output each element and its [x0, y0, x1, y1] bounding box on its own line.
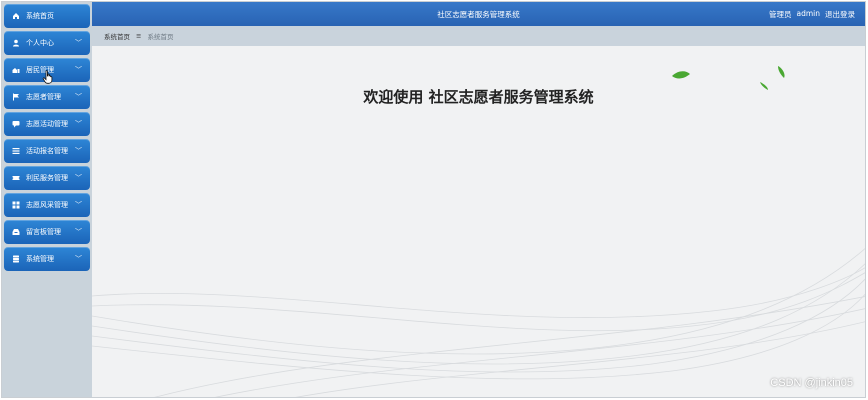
- list-icon: [12, 147, 20, 155]
- inbox-icon: [12, 228, 20, 236]
- sidebar-item-label: 志愿活动管理: [26, 120, 68, 128]
- sidebar-item-label: 志愿者管理: [26, 93, 61, 101]
- chevron-down-icon: ﹀: [75, 66, 82, 74]
- chevron-down-icon: ﹀: [75, 93, 82, 101]
- sidebar-item-label: 留言板管理: [26, 228, 61, 236]
- username: admin: [796, 8, 821, 18]
- app-window: 系统首页 个人中心 ﹀ 居民管理 ﹀ 志愿者管理 ﹀ 志愿活动管理 ﹀ 活动报名…: [1, 1, 866, 398]
- sidebar-item-label: 志愿风采管理: [26, 201, 68, 209]
- hand-cursor-icon: [42, 70, 53, 84]
- database-icon: [12, 255, 20, 263]
- logout-link[interactable]: 退出登录: [825, 9, 855, 20]
- user-area: 管理员 admin 退出登录: [769, 9, 855, 20]
- breadcrumb-current: 系统首页: [147, 33, 174, 41]
- sidebar-item-label: 系统管理: [26, 255, 54, 263]
- residents-icon: [12, 66, 20, 74]
- sidebar-item-volunteer-showcase[interactable]: 志愿风采管理 ﹀: [4, 193, 90, 217]
- chevron-down-icon: ﹀: [75, 120, 82, 128]
- breadcrumb-home[interactable]: 系统首页: [104, 31, 130, 41]
- user-icon: [12, 39, 20, 47]
- grid-icon: [12, 201, 20, 209]
- breadcrumb: 系统首页 ≡ 系统首页: [92, 26, 865, 46]
- sidebar-item-personal-center[interactable]: 个人中心 ﹀: [4, 31, 90, 55]
- chevron-down-icon: ﹀: [75, 147, 82, 155]
- app-title: 社区志愿者服务管理系统: [437, 9, 520, 19]
- sidebar-item-label: 个人中心: [26, 39, 54, 47]
- sidebar-item-message-board[interactable]: 留言板管理 ﹀: [4, 220, 90, 244]
- sidebar-item-volunteer-activities[interactable]: 志愿活动管理 ﹀: [4, 112, 90, 136]
- sidebar-item-home[interactable]: 系统首页: [4, 4, 90, 28]
- chevron-down-icon: ﹀: [75, 201, 82, 209]
- breadcrumb-separator: ≡: [136, 32, 142, 40]
- ticket-icon: [12, 174, 20, 182]
- sidebar-item-label: 利民服务管理: [26, 174, 68, 182]
- sidebar: 系统首页 个人中心 ﹀ 居民管理 ﹀ 志愿者管理 ﹀ 志愿活动管理 ﹀ 活动报名…: [2, 2, 92, 397]
- welcome-heading: 欢迎使用 社区志愿者服务管理系统: [363, 88, 594, 106]
- sidebar-item-label: 系统首页: [26, 12, 54, 20]
- chevron-down-icon: ﹀: [75, 255, 82, 263]
- chat-icon: [12, 120, 20, 128]
- chevron-down-icon: ﹀: [75, 39, 82, 47]
- main-content: 欢迎使用 社区志愿者服务管理系统 CSDN @jinkin05: [92, 46, 865, 397]
- chevron-down-icon: ﹀: [75, 174, 82, 182]
- role-label: 管理员: [769, 9, 792, 19]
- sidebar-item-label: 活动报名管理: [26, 147, 68, 155]
- home-icon: [12, 12, 20, 20]
- sidebar-item-volunteers[interactable]: 志愿者管理 ﹀: [4, 85, 90, 109]
- sidebar-item-system[interactable]: 系统管理 ﹀: [4, 247, 90, 271]
- sidebar-item-activity-signup[interactable]: 活动报名管理 ﹀: [4, 139, 90, 163]
- flag-icon: [12, 93, 20, 101]
- chevron-down-icon: ﹀: [75, 228, 82, 236]
- watermark-text: CSDN @jinkin05: [770, 377, 853, 389]
- topbar: 社区志愿者服务管理系统 管理员 admin 退出登录: [92, 2, 865, 26]
- sidebar-item-service[interactable]: 利民服务管理 ﹀: [4, 166, 90, 190]
